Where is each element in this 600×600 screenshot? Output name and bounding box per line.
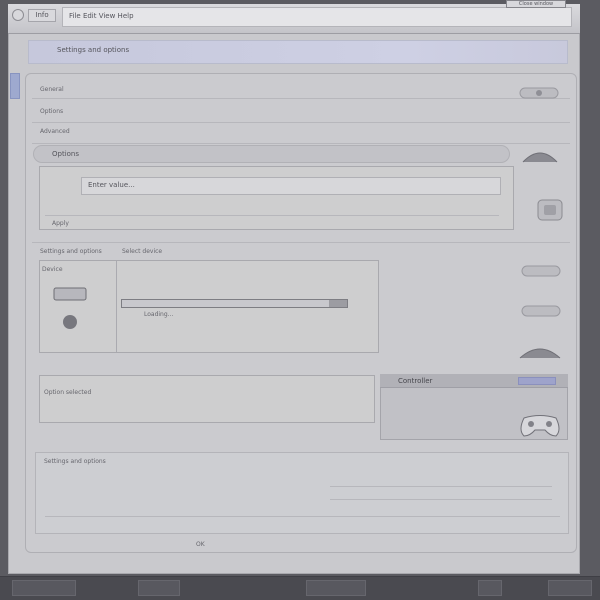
divider [32, 122, 570, 123]
gamepad-icon [520, 415, 560, 437]
taskbar-button[interactable] [548, 580, 592, 596]
gear-icon [63, 315, 77, 329]
divider [330, 486, 552, 487]
divider [330, 499, 552, 500]
taskbar [0, 576, 600, 600]
options-table [35, 452, 569, 534]
header-title: Settings and options [57, 46, 130, 54]
divider [32, 143, 570, 144]
row-label-general: General [40, 86, 64, 93]
speaker-icon [537, 199, 563, 221]
globe-icon [519, 348, 561, 359]
divider [116, 261, 117, 352]
settings-icon [521, 265, 561, 277]
input-card [39, 166, 514, 230]
bottom-table-title: Settings and options [44, 458, 106, 465]
pill-label: Options [52, 150, 80, 158]
accent-chip[interactable] [518, 377, 556, 385]
progress-fill [122, 300, 329, 307]
footer-text: OK [196, 541, 205, 548]
close-button[interactable]: Close window [506, 0, 566, 8]
gear-icon [519, 87, 559, 99]
value-input[interactable]: Enter value... [81, 177, 501, 195]
row-label-advanced: Advanced [40, 128, 70, 135]
address-bar[interactable]: File Edit View Help [62, 7, 572, 27]
bottom-label: Apply [52, 220, 69, 227]
divider [32, 98, 570, 99]
section2-sub: Select device [122, 248, 163, 255]
taskbar-button[interactable] [306, 580, 366, 596]
options-pill[interactable]: Options [33, 145, 510, 163]
option-card [39, 375, 375, 423]
device-icon [53, 287, 87, 301]
device-label: Device [42, 266, 63, 273]
header-bar: Settings and options [28, 40, 568, 64]
controller-label: Controller [398, 377, 433, 385]
divider [45, 215, 499, 216]
app-icon [12, 9, 24, 21]
divider [32, 242, 570, 243]
tab-info[interactable]: Info [28, 9, 56, 22]
taskbar-button[interactable] [12, 580, 76, 596]
progress-label: Loading... [144, 311, 174, 318]
settings-icon [521, 305, 561, 317]
row-label-options: Options [40, 108, 64, 115]
taskbar-button[interactable] [138, 580, 180, 596]
divider [45, 516, 560, 517]
section2-title: Settings and options [40, 248, 102, 255]
globe-icon [522, 152, 558, 163]
progress-bar [121, 299, 348, 308]
taskbar-button[interactable] [478, 580, 502, 596]
option-selected: Option selected [44, 389, 92, 396]
sidebar-handle[interactable] [10, 73, 20, 99]
